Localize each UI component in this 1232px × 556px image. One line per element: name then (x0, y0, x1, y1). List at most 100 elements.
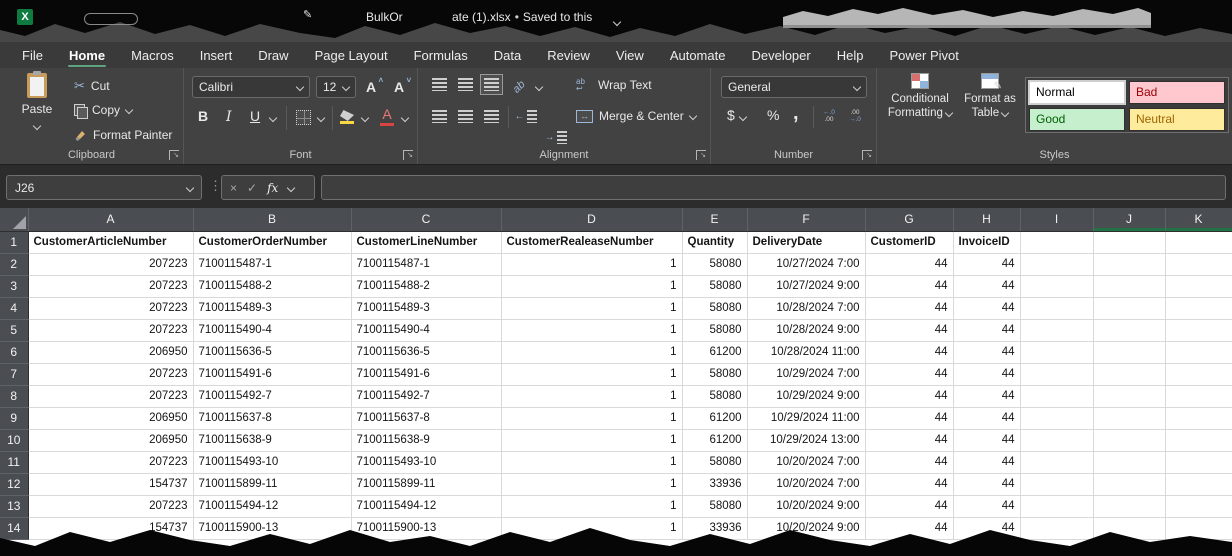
cell-K9[interactable] (1165, 407, 1232, 429)
cell-D11[interactable]: 1 (501, 451, 682, 473)
cell-B5[interactable]: 7100115490-4 (193, 319, 351, 341)
column-header-F[interactable]: F (747, 208, 865, 231)
merge-center-button[interactable]: ↔ Merge & Center (576, 109, 696, 123)
cell-G6[interactable]: 44 (865, 341, 953, 363)
tab-file[interactable]: File (9, 42, 56, 68)
format-as-table-button[interactable]: ✎ Format asTable (955, 73, 1025, 120)
cell-J12[interactable] (1093, 473, 1165, 495)
cell-A9[interactable]: 206950 (28, 407, 193, 429)
cell-B1[interactable]: CustomerOrderNumber (193, 231, 351, 253)
cell-C2[interactable]: 7100115487-1 (351, 253, 501, 275)
row-header-14[interactable]: 14 (0, 517, 28, 539)
cell-G12[interactable]: 44 (865, 473, 953, 495)
currency-button[interactable]: $ (727, 107, 746, 125)
cell-E4[interactable]: 58080 (682, 297, 747, 319)
increase-decimal-button[interactable]: ←.0.00 (823, 109, 835, 123)
cell-K8[interactable] (1165, 385, 1232, 407)
font-color-chevron-icon[interactable] (401, 114, 409, 122)
alignment-dialog-launcher[interactable]: ↘ (696, 150, 706, 160)
cell-style-bad[interactable]: Bad (1129, 81, 1225, 104)
cell-D8[interactable]: 1 (501, 385, 682, 407)
cell-C8[interactable]: 7100115492-7 (351, 385, 501, 407)
cell-C14[interactable]: 7100115900-13 (351, 517, 501, 539)
cell-A2[interactable]: 207223 (28, 253, 193, 275)
right-align-button[interactable] (480, 106, 503, 127)
bottom-align-button[interactable] (480, 74, 503, 95)
cell-D12[interactable]: 1 (501, 473, 682, 495)
bold-button[interactable]: B (198, 108, 208, 124)
cell-J13[interactable] (1093, 495, 1165, 517)
grow-font-button[interactable]: A˄ (366, 79, 376, 95)
font-size-combo[interactable]: 12 (316, 76, 356, 98)
cell-I5[interactable] (1020, 319, 1093, 341)
cell-I8[interactable] (1020, 385, 1093, 407)
font-color-button[interactable]: A (380, 106, 394, 124)
search-box[interactable] (84, 13, 138, 25)
conditional-formatting-button[interactable]: ConditionalFormatting (885, 73, 955, 120)
column-header-J[interactable]: J (1093, 208, 1165, 231)
cell-E7[interactable]: 58080 (682, 363, 747, 385)
cell-K7[interactable] (1165, 363, 1232, 385)
title-chevron-down-icon[interactable] (614, 12, 620, 30)
cell-J5[interactable] (1093, 319, 1165, 341)
borders-button[interactable] (296, 110, 311, 125)
cell-E13[interactable]: 58080 (682, 495, 747, 517)
shrink-font-button[interactable]: A˅ (394, 79, 404, 95)
cell-G1[interactable]: CustomerID (865, 231, 953, 253)
font-dialog-launcher[interactable]: ↘ (403, 150, 413, 160)
cell-B2[interactable]: 7100115487-1 (193, 253, 351, 275)
column-header-D[interactable]: D (501, 208, 682, 231)
cell-F1[interactable]: DeliveryDate (747, 231, 865, 253)
cell-J9[interactable] (1093, 407, 1165, 429)
cell-I11[interactable] (1020, 451, 1093, 473)
cell-G8[interactable]: 44 (865, 385, 953, 407)
cell-F11[interactable]: 10/20/2024 7:00 (747, 451, 865, 473)
cancel-icon[interactable]: × (230, 181, 237, 195)
row-header-11[interactable]: 11 (0, 451, 28, 473)
fx-chevron-icon[interactable] (287, 183, 295, 191)
row-header-2[interactable]: 2 (0, 253, 28, 275)
cell-F7[interactable]: 10/29/2024 7:00 (747, 363, 865, 385)
clipboard-dialog-launcher[interactable]: ↘ (169, 150, 179, 160)
cell-J7[interactable] (1093, 363, 1165, 385)
cell-F9[interactable]: 10/29/2024 11:00 (747, 407, 865, 429)
percent-button[interactable]: % (767, 107, 779, 125)
cell-A11[interactable]: 207223 (28, 451, 193, 473)
cell-E5[interactable]: 58080 (682, 319, 747, 341)
cell-A3[interactable]: 207223 (28, 275, 193, 297)
cell-H1[interactable]: InvoiceID (953, 231, 1020, 253)
cell-B3[interactable]: 7100115488-2 (193, 275, 351, 297)
cell-K13[interactable] (1165, 495, 1232, 517)
cell-J4[interactable] (1093, 297, 1165, 319)
cell-B10[interactable]: 7100115638-9 (193, 429, 351, 451)
cell-I9[interactable] (1020, 407, 1093, 429)
cell-C10[interactable]: 7100115638-9 (351, 429, 501, 451)
select-all-button[interactable] (0, 208, 28, 231)
cell-H6[interactable]: 44 (953, 341, 1020, 363)
cell-E11[interactable]: 58080 (682, 451, 747, 473)
tab-draw[interactable]: Draw (245, 42, 301, 68)
cell-E1[interactable]: Quantity (682, 231, 747, 253)
tab-view[interactable]: View (603, 42, 657, 68)
cell-K2[interactable] (1165, 253, 1232, 275)
cell-A7[interactable]: 207223 (28, 363, 193, 385)
cell-H10[interactable]: 44 (953, 429, 1020, 451)
cell-C13[interactable]: 7100115494-12 (351, 495, 501, 517)
cut-button[interactable]: ✂ Cut (74, 78, 110, 94)
cell-I2[interactable] (1020, 253, 1093, 275)
cell-H4[interactable]: 44 (953, 297, 1020, 319)
top-align-button[interactable] (428, 74, 451, 95)
cell-C11[interactable]: 7100115493-10 (351, 451, 501, 473)
cell-B13[interactable]: 7100115494-12 (193, 495, 351, 517)
cell-H12[interactable]: 44 (953, 473, 1020, 495)
cell-F13[interactable]: 10/20/2024 9:00 (747, 495, 865, 517)
fill-color-chevron-icon[interactable] (361, 114, 369, 122)
cell-G7[interactable]: 44 (865, 363, 953, 385)
cell-G11[interactable]: 44 (865, 451, 953, 473)
cell-B4[interactable]: 7100115489-3 (193, 297, 351, 319)
cell-H5[interactable]: 44 (953, 319, 1020, 341)
row-header-4[interactable]: 4 (0, 297, 28, 319)
formula-input[interactable] (321, 175, 1226, 200)
number-dialog-launcher[interactable]: ↘ (862, 150, 872, 160)
excel-app-icon[interactable]: X (17, 9, 33, 25)
